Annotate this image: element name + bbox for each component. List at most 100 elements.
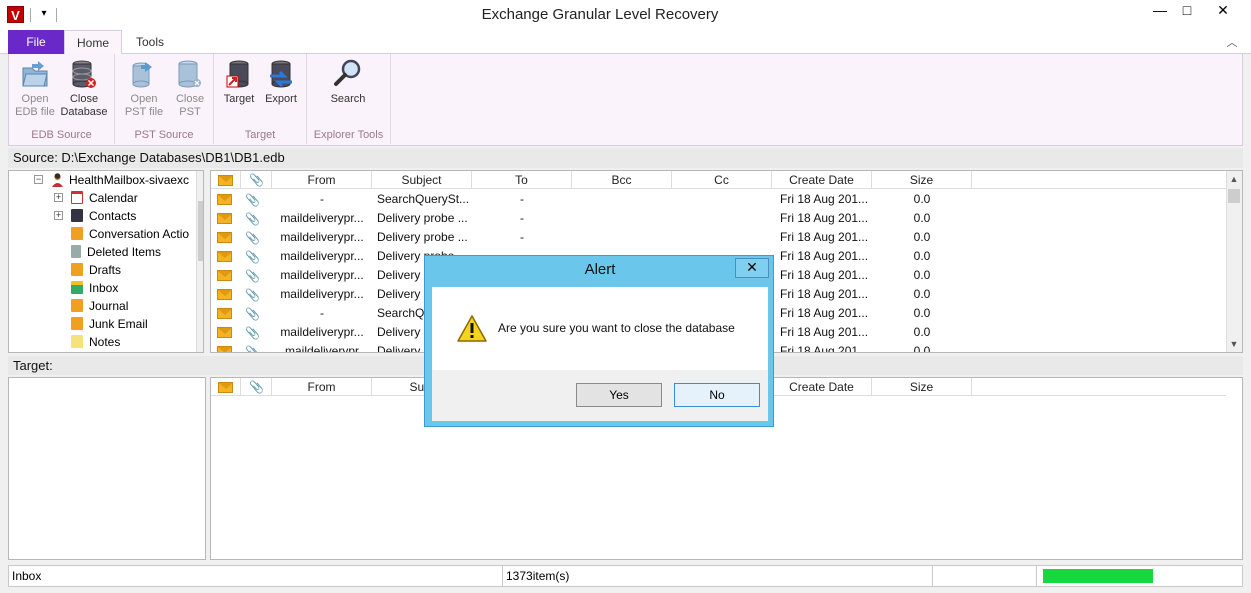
attachment-header-icon: 📎 <box>249 173 264 187</box>
scroll-up-icon[interactable]: ▲ <box>1226 171 1242 187</box>
column-size[interactable]: Size <box>872 171 972 189</box>
column-to[interactable]: To <box>472 171 572 189</box>
alert-close-button[interactable]: ✕ <box>735 258 769 278</box>
search-icon <box>334 59 361 86</box>
close-database-button[interactable]: Close Database <box>59 58 109 119</box>
ribbon: Open EDB file Close Database EDB Source <box>8 54 1243 146</box>
column-attachment-header[interactable]: 📎 <box>241 378 272 396</box>
alert-dialog: Alert ✕ Are you sure you want to close t… <box>424 255 774 427</box>
collapse-ribbon-icon[interactable]: ︿ <box>1224 34 1240 50</box>
cell-subject: Delivery probe ... <box>377 230 468 244</box>
export-label: Export <box>265 93 297 105</box>
folder-icon <box>71 227 83 240</box>
tree-item-journal[interactable]: Journal <box>71 297 128 315</box>
column-cc[interactable]: Cc <box>672 171 772 189</box>
folder-icon <box>71 263 83 276</box>
cell-to: - <box>520 211 524 225</box>
cell-from: maildeliverypr... <box>280 230 364 244</box>
cell-from: - <box>320 192 324 206</box>
tree-item-label: Conversation Actio <box>89 227 190 241</box>
minimize-button[interactable]: — <box>1145 0 1175 22</box>
scroll-down-icon[interactable]: ▼ <box>1226 336 1242 352</box>
no-button[interactable]: No <box>674 383 760 407</box>
cell-to: - <box>520 230 524 244</box>
yes-button[interactable]: Yes <box>576 383 662 407</box>
app-logo-icon[interactable]: V <box>7 6 24 23</box>
open-pst-label-1: Open <box>130 93 158 105</box>
ribbon-tab-strip: File Home Tools ︿ <box>0 30 1251 55</box>
quick-access-dropdown-icon[interactable]: ▾ <box>38 6 50 22</box>
target-tree <box>8 377 206 560</box>
column-bcc[interactable]: Bcc <box>572 171 672 189</box>
table-row[interactable]: 📎 maildeliverypr... Delivery probe ... - Fri… <box>211 209 1226 228</box>
mail-icon <box>217 251 232 262</box>
tree-item-drafts[interactable]: Drafts <box>71 261 121 279</box>
column-create-date[interactable]: Create Date <box>772 378 872 396</box>
tree-scrollbar[interactable] <box>196 171 203 352</box>
scrollbar-thumb[interactable] <box>1228 189 1240 203</box>
tab-file[interactable]: File <box>8 30 64 54</box>
cell-from: - <box>320 306 324 320</box>
tree-item-conversation-actions[interactable]: Conversation Actio <box>71 225 189 243</box>
table-row[interactable]: 📎 - SearchQuerySt... - Fri 18 Aug 201... 0.0 <box>211 190 1226 209</box>
tree-collapse-icon[interactable]: − <box>34 175 43 184</box>
column-icon-header[interactable] <box>211 378 241 396</box>
tree-item-label: Notes <box>89 335 121 349</box>
qat-separator <box>30 8 31 22</box>
cell-size: 0.0 <box>913 325 931 339</box>
tree-item-deleted-items[interactable]: Deleted Items <box>71 243 161 261</box>
alert-body: Are you sure you want to close the datab… <box>432 287 768 421</box>
cell-size: 0.0 <box>913 344 931 353</box>
attachment-icon: 📎 <box>245 288 260 302</box>
tab-home[interactable]: Home <box>64 30 122 55</box>
target-button[interactable]: Target <box>219 58 259 106</box>
tab-tools[interactable]: Tools <box>124 30 176 54</box>
status-empty-cell <box>933 566 1037 586</box>
close-pst-button[interactable]: Close PST <box>171 58 209 119</box>
open-pst-icon <box>132 62 152 88</box>
tree-root-mailbox[interactable]: HealthMailbox-sivaexc <box>51 171 189 189</box>
close-pst-icon <box>178 60 201 88</box>
tree-item-junk-email[interactable]: Junk Email <box>71 315 148 333</box>
cell-from: maildeliverypr <box>284 344 360 353</box>
cell-from: maildeliverypr... <box>280 325 364 339</box>
attachment-icon: 📎 <box>245 345 260 353</box>
open-pst-button[interactable]: Open PST file <box>121 58 167 119</box>
export-icon <box>270 60 292 88</box>
tree-item-inbox[interactable]: Inbox <box>71 279 118 297</box>
column-icon-header[interactable] <box>211 171 241 189</box>
cell-create-date: Fri 18 Aug 201... <box>780 192 869 206</box>
cell-subject: Delivery probe ... <box>377 211 468 225</box>
tree-item-label: Drafts <box>89 263 122 277</box>
close-database-label-1: Close <box>69 93 99 105</box>
tree-item-contacts[interactable]: Contacts <box>71 207 136 225</box>
column-create-date[interactable]: Create Date <box>772 171 872 189</box>
column-from[interactable]: From <box>272 171 372 189</box>
open-edb-button[interactable]: Open EDB file <box>14 58 56 119</box>
column-subject[interactable]: Subject <box>372 171 472 189</box>
mail-icon <box>217 270 232 281</box>
column-size[interactable]: Size <box>872 378 972 396</box>
target-label: Target <box>223 93 255 105</box>
export-button[interactable]: Export <box>261 58 301 106</box>
attachment-icon: 📎 <box>245 307 260 321</box>
tree-item-notes[interactable]: Notes <box>71 333 120 351</box>
maximize-button[interactable]: □ <box>1172 0 1202 22</box>
cell-from: maildeliverypr... <box>280 249 364 263</box>
search-button[interactable]: Search <box>324 58 372 106</box>
tree-scrollbar-thumb[interactable] <box>198 201 203 261</box>
column-attachment-header[interactable]: 📎 <box>241 171 272 189</box>
column-from[interactable]: From <box>272 378 372 396</box>
cell-create-date: Fri 18 Aug 201... <box>780 325 869 339</box>
tree-expand-icon[interactable]: + <box>54 211 63 220</box>
tree-item-calendar[interactable]: Calendar <box>71 189 138 207</box>
tree-expand-icon[interactable]: + <box>54 193 63 202</box>
close-database-icon <box>72 60 96 88</box>
table-row[interactable]: 📎 maildeliverypr... Delivery probe ... - Fri… <box>211 228 1226 247</box>
close-window-button[interactable]: ✕ <box>1203 0 1243 22</box>
contacts-icon <box>71 209 83 222</box>
folder-icon <box>71 299 83 312</box>
attachment-icon: 📎 <box>245 250 260 264</box>
alert-message: Are you sure you want to close the datab… <box>498 321 735 335</box>
cell-size: 0.0 <box>913 249 931 263</box>
